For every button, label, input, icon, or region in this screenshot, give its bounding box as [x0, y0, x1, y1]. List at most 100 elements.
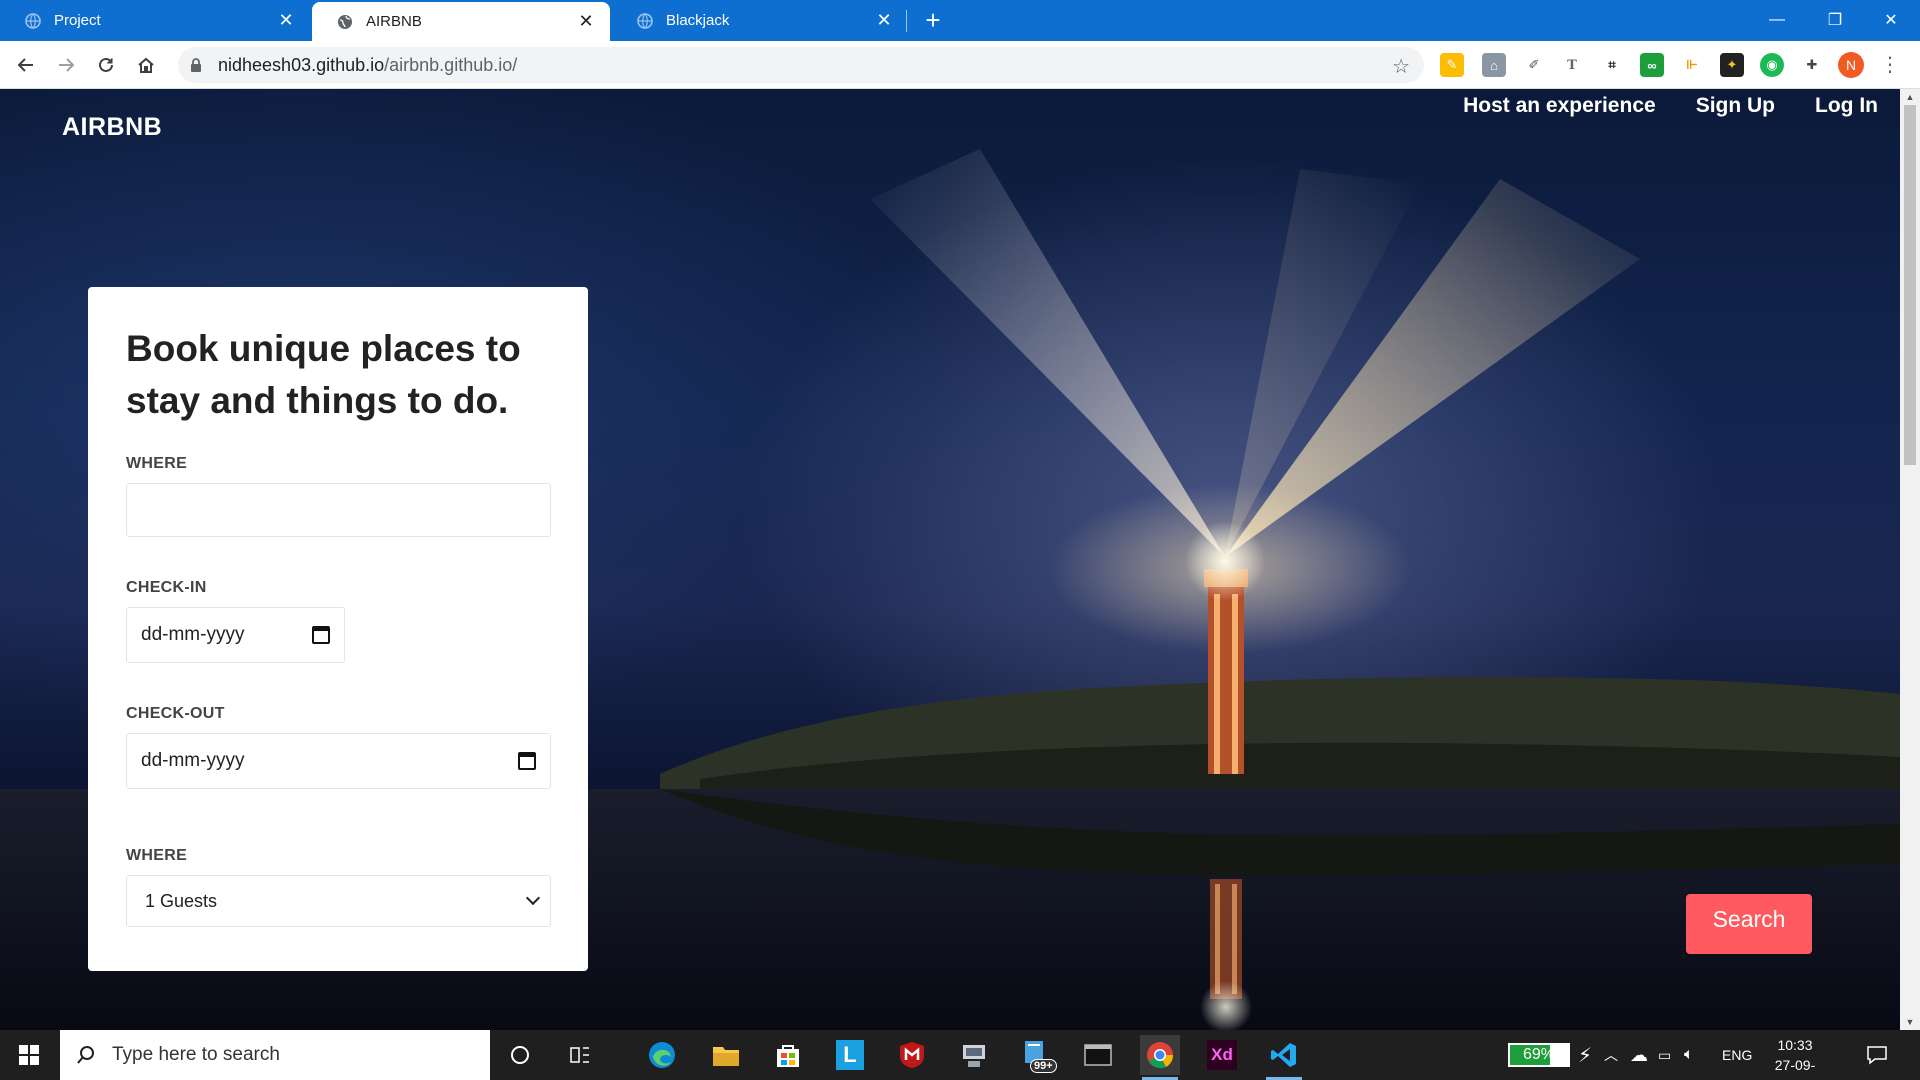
page-viewport: AIRBNB Host an experience Sign Up Log In…	[0, 89, 1900, 1030]
scroll-up-arrow-icon[interactable]: ▲	[1900, 89, 1920, 105]
kebab-menu-icon[interactable]: ⋮	[1880, 51, 1900, 79]
search-icon	[77, 1046, 94, 1064]
booking-heading: Book unique places to stay and things to…	[126, 328, 521, 421]
vscode-icon[interactable]	[1264, 1035, 1304, 1080]
close-window-button[interactable]: ✕	[1862, 0, 1920, 40]
clock-time: 10:33	[1777, 1037, 1813, 1053]
font-ext-icon[interactable]: T	[1560, 53, 1584, 77]
battery-percent: 69%	[1522, 1046, 1556, 1063]
windows-logo-icon	[19, 1045, 39, 1065]
calendar-icon[interactable]	[518, 752, 536, 770]
minimize-button[interactable]: —	[1748, 0, 1806, 40]
notification-badge: 99+	[1030, 1059, 1057, 1073]
where-label: WHERE	[126, 455, 188, 472]
cortana-icon[interactable]	[500, 1035, 540, 1075]
where-input[interactable]	[126, 483, 551, 537]
reload-icon	[99, 57, 113, 72]
lock-icon[interactable]	[190, 57, 206, 73]
scrollbar-thumb[interactable]	[1904, 105, 1916, 465]
tab-title: AIRBNB	[366, 13, 422, 30]
back-button[interactable]	[10, 49, 42, 81]
guests-select[interactable]: 1 Guests	[126, 875, 551, 927]
notifications-icon[interactable]	[1866, 1030, 1888, 1080]
reload-button[interactable]	[90, 49, 122, 81]
shield-ext-icon[interactable]: ✦	[1720, 53, 1744, 77]
mcafee-icon[interactable]	[892, 1035, 932, 1075]
search-button[interactable]: Search	[1686, 894, 1812, 954]
screenshot-ext-icon[interactable]: ⌗	[1600, 53, 1624, 77]
tab-project[interactable]: Project ✕	[0, 0, 310, 41]
chevron-up-icon[interactable]: ︿	[1604, 1030, 1618, 1080]
task-view-icon[interactable]	[560, 1035, 600, 1075]
taskbar-search-box[interactable]: Type here to search	[60, 1030, 490, 1080]
charging-icon: ⚡	[1578, 1044, 1593, 1067]
url-text: nidheesh03.github.io/airbnb.github.io/	[218, 54, 518, 75]
adobe-xd-icon[interactable]: Xd	[1202, 1035, 1242, 1075]
check-out-placeholder: dd-mm-yyyy	[141, 750, 245, 771]
bookmark-star-icon[interactable]: ☆	[1392, 54, 1410, 79]
system-clock[interactable]: 10:33 27-09-2020	[1760, 1035, 1830, 1080]
arrow-left-icon	[17, 58, 33, 72]
page-scrollbar[interactable]: ▲ ▼	[1900, 89, 1920, 1030]
check-out-label: CHECK-OUT	[126, 705, 225, 722]
cloud-icon[interactable]: ☁	[1630, 1030, 1648, 1080]
scroll-down-arrow-icon[interactable]: ▼	[1900, 1014, 1920, 1030]
profile-avatar[interactable]: N	[1838, 52, 1864, 78]
browser-toolbar: nidheesh03.github.io/airbnb.github.io/ ☆…	[0, 41, 1920, 89]
home-icon	[138, 57, 154, 73]
puzzle-icon[interactable]: ✚	[1800, 53, 1824, 77]
pencil-ext-icon[interactable]: ✎	[1440, 53, 1464, 77]
check-in-date-input[interactable]: dd-mm-yyyy	[126, 607, 345, 663]
globe-icon	[636, 12, 654, 30]
new-tab-button[interactable]: +	[918, 6, 948, 36]
start-button[interactable]	[0, 1030, 58, 1080]
close-icon[interactable]: ✕	[872, 10, 896, 31]
terminal-icon[interactable]	[1078, 1035, 1118, 1075]
tab-airbnb[interactable]: AIRBNB ✕	[312, 2, 610, 41]
l-app-icon[interactable]: L	[830, 1035, 870, 1075]
top-navigation: Host an experience Sign Up Log In	[1463, 94, 1878, 118]
eyedropper-ext-icon[interactable]: ✐	[1522, 53, 1546, 77]
taskbar-search-placeholder: Type here to search	[112, 1044, 280, 1065]
tab-title: Project	[54, 12, 101, 29]
guests-selected-value: 1 Guests	[145, 890, 218, 911]
power-plug-icon[interactable]: ▭	[1658, 1030, 1671, 1080]
guests-label: WHERE	[126, 847, 188, 864]
file-explorer-icon[interactable]	[706, 1035, 746, 1075]
notes-app-icon[interactable]: 99+	[1016, 1035, 1057, 1075]
restore-button[interactable]: ❐	[1806, 0, 1864, 40]
sign-up-link[interactable]: Sign Up	[1696, 94, 1775, 118]
close-icon[interactable]: ✕	[574, 11, 598, 32]
infinity-ext-icon[interactable]: ∞	[1640, 53, 1664, 77]
tab-title: Blackjack	[666, 12, 730, 29]
battery-indicator[interactable]: 69%	[1508, 1043, 1570, 1067]
check-in-label: CHECK-IN	[126, 579, 207, 596]
off-ext-icon[interactable]: ⌂	[1482, 53, 1506, 77]
forward-button[interactable]	[50, 49, 82, 81]
network-app-icon[interactable]	[954, 1035, 994, 1075]
arrow-right-icon	[59, 58, 75, 72]
browser-tab-strip: Project ✕ AIRBNB ✕ Blackjack ✕ + — ❐ ✕	[0, 0, 1920, 41]
booking-card: Book unique places to stay and things to…	[88, 287, 588, 971]
chat-ext-icon[interactable]: ◉	[1760, 53, 1784, 77]
calendar-icon[interactable]	[312, 626, 330, 644]
clock-date: 27-09-2020	[1774, 1057, 1816, 1080]
store-icon[interactable]	[768, 1035, 808, 1075]
edge-icon[interactable]	[642, 1035, 682, 1075]
check-in-placeholder: dd-mm-yyyy	[141, 624, 245, 645]
tab-blackjack[interactable]: Blackjack ✕	[612, 0, 908, 41]
chevron-down-icon	[525, 890, 541, 906]
chrome-icon[interactable]	[1140, 1035, 1180, 1080]
windows-taskbar: Type here to search L 99+ Xd 69% ⚡ ︿ ☁ ▭…	[0, 1030, 1920, 1080]
volume-icon[interactable]: 🔈︎	[1684, 1030, 1694, 1080]
globe-icon	[24, 12, 42, 30]
close-icon[interactable]: ✕	[274, 10, 298, 31]
address-bar[interactable]: nidheesh03.github.io/airbnb.github.io/ ☆	[178, 47, 1424, 83]
language-indicator[interactable]: ENG	[1722, 1030, 1752, 1080]
host-experience-link[interactable]: Host an experience	[1463, 94, 1656, 118]
home-button[interactable]	[130, 49, 162, 81]
highlighter-ext-icon[interactable]: ⊩	[1680, 53, 1704, 77]
check-out-date-input[interactable]: dd-mm-yyyy	[126, 733, 551, 789]
brand-logo[interactable]: AIRBNB	[62, 113, 162, 142]
log-in-link[interactable]: Log In	[1815, 94, 1878, 118]
